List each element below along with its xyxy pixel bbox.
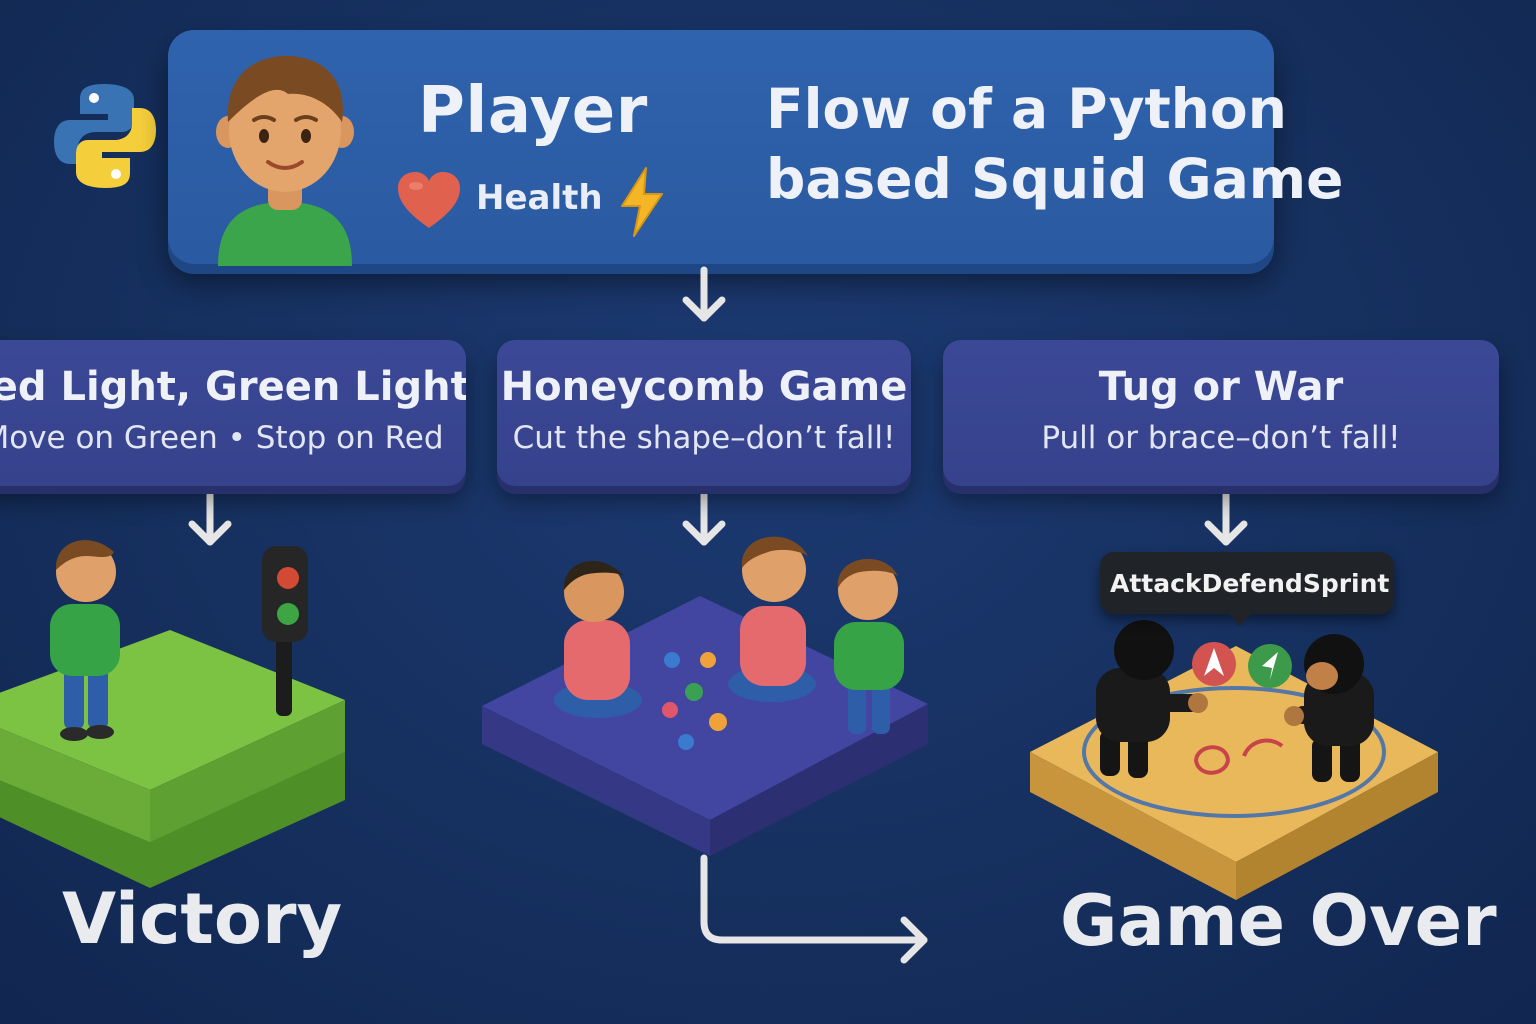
outcome-game-over: Game Over (1060, 880, 1497, 962)
action-attack: Attack (1110, 568, 1202, 598)
outcome-victory: Victory (62, 878, 343, 960)
scene-tug-of-war (1030, 620, 1438, 900)
action-defend: Defend (1201, 568, 1303, 598)
bubble-pointer (1228, 612, 1252, 626)
yellow-platform (1030, 646, 1438, 900)
action-sprint: Sprint (1302, 568, 1390, 598)
attack-icon (1192, 642, 1236, 686)
action-menu-bubble: Attack Defend Sprint (1100, 552, 1394, 626)
defend-icon (1248, 644, 1292, 688)
